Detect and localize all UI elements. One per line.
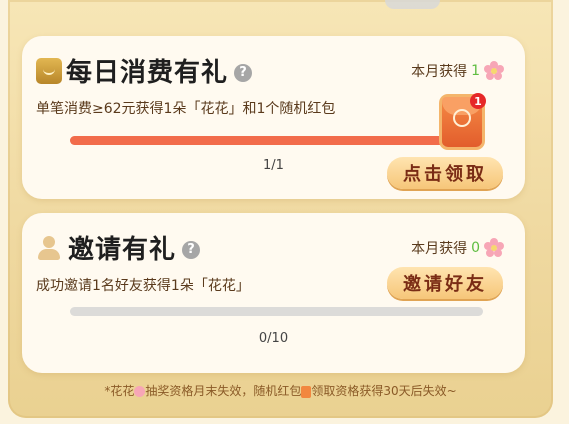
invite-card: 邀请有礼 ? 本月获得 0 成功邀请1名好友获得1朵「花花」 邀请好友 0/10 [22,213,525,373]
invite-description: 成功邀请1名好友获得1朵「花花」 [36,278,250,294]
footnote-part1: *花花 [104,384,135,398]
invite-title: 邀请有礼 [68,235,177,265]
daily-spend-title: 每日消费有礼 [66,58,229,88]
footnote-part3: 领取资格获得30天后失效~ [311,384,457,398]
claim-button[interactable]: 点击领取 [387,157,503,189]
daily-spend-card: 每日消费有礼 ? 本月获得 1 单笔消费≥62元获得1朵「花花」和1个随机红包 … [22,36,525,199]
invite-earned: 本月获得 0 [411,237,505,259]
flower-icon [134,386,146,397]
earned-label: 本月获得 [411,241,468,257]
person-icon [36,235,62,261]
invite-progress-text: 0/10 [258,331,289,346]
earned-count: 1 [471,63,480,79]
invite-friends-button[interactable]: 邀请好友 [387,267,503,299]
daily-spend-title-row: 每日消费有礼 ? [36,52,253,89]
top-decoration [385,0,440,9]
notification-badge: 1 [470,93,486,109]
daily-spend-progress-fill [70,136,483,145]
help-icon[interactable]: ? [234,63,253,82]
invite-title-row: 邀请有礼 ? [36,229,201,266]
earned-count: 0 [471,240,480,256]
invite-progress-track [70,307,483,316]
earned-label: 本月获得 [411,64,468,80]
footnote-part2: 抽奖资格月末失效，随机红包 [145,384,302,398]
flower-icon [483,237,505,259]
daily-spend-earned: 本月获得 1 [411,60,505,82]
red-envelope-icon [301,385,312,398]
gift-card-icon [36,57,62,84]
help-icon[interactable]: ? [182,240,201,259]
daily-spend-description: 单笔消费≥62元获得1朵「花花」和1个随机红包 [36,101,336,117]
flower-icon [483,60,505,82]
daily-spend-progress-track [70,136,483,145]
footnote: *花花 抽奖资格月末失效，随机红包 领取资格获得30天后失效~ [8,382,553,399]
